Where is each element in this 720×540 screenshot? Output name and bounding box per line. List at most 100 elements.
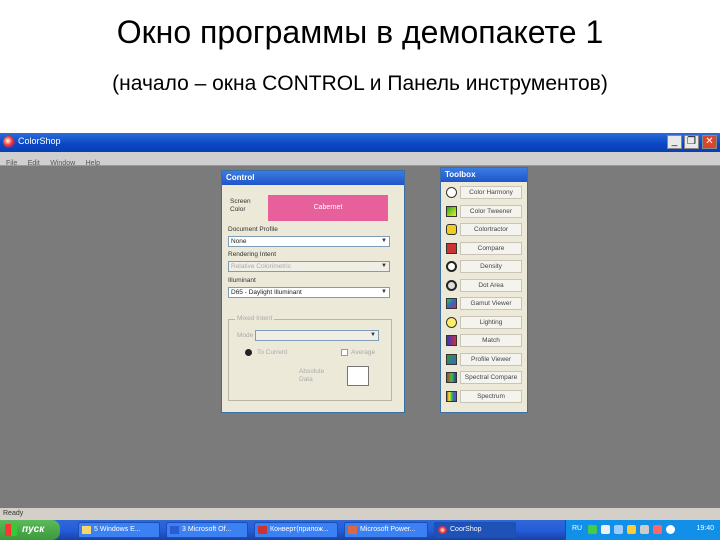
toolbox-item-label: Spectrum [460,389,522,403]
screenshot: ColorShop _ ❐ ✕ File Edit Window Help Co… [0,133,720,540]
language-indicator[interactable]: RU [572,525,582,532]
screen-color-label: Screen Color [230,198,251,213]
folder-icon [82,526,91,534]
dot-area-icon [446,279,457,291]
workspace: Control Screen Color Cabernet Document P… [0,166,720,508]
toolbox-item-label: Match [460,334,522,347]
toolbox-panel: Toolbox Color Harmony Color Tweener Colort… [440,167,528,413]
toolbox-item-label: Dot Area [460,278,522,292]
start-button[interactable]: пуск [0,520,60,540]
document-profile-value: None [231,238,247,245]
match-icon [446,335,457,346]
control-panel-title[interactable]: Control [222,171,404,185]
absolute-data-label: Absolute Data [299,368,325,383]
windows-logo-icon [5,524,17,536]
profile-viewer-icon [446,353,457,365]
app-titlebar[interactable]: ColorShop _ ❐ ✕ [0,133,720,152]
minimize-button[interactable]: _ [667,135,682,149]
status-bar: Ready [0,508,720,520]
task-label: 3 Microsoft Of... [182,526,232,533]
toolbox-item[interactable]: Match [443,332,525,349]
colorshop-app-icon [3,136,15,148]
gamut-viewer-icon [446,298,457,309]
mode-label: Mode [237,332,254,339]
toolbox-item[interactable]: Density [443,258,525,275]
taskbar-item[interactable]: 5 Windows E... [78,522,160,538]
average-label: Average [351,349,376,356]
mixed-intent-group: Mixed Intent Mode ▼ To Current Average A… [228,315,392,401]
illuminant-select[interactable]: D65 - Daylight Illuminant ▼ [228,287,390,298]
toolbox-item-label: Compare [460,241,522,255]
group-label: Mixed Intent [235,315,275,322]
rendering-intent-select[interactable]: Relative Colorimetric ▼ [228,261,390,272]
color-tweener-icon [446,205,457,217]
toolbox-title[interactable]: Toolbox [441,168,527,182]
mode-select[interactable]: ▼ [255,330,379,341]
toolbox-item[interactable]: Profile Viewer [443,351,525,368]
presentation-icon [258,526,267,534]
toolbox-item[interactable]: Gamut Viewer [443,295,525,312]
menu-bar: File Edit Window Help [0,152,720,167]
screen-color-swatch[interactable]: Cabernet [268,195,388,221]
slide-subtitle: (начало – окна CONTROL и Панель инструме… [112,72,608,95]
chevron-down-icon: ▼ [381,263,387,269]
spectrum-icon [446,390,457,402]
compare-icon [446,242,457,254]
clock: 19:40 [696,525,714,532]
illuminant-value: D65 - Daylight Illuminant [231,289,302,296]
toolbox-item[interactable]: Colortractor [443,221,525,238]
colorshop-icon [438,526,447,534]
tray-icon[interactable] [601,525,610,534]
toolbox-item[interactable]: Dot Area [443,277,525,294]
task-label: CoorShop [450,526,482,533]
tray-icon[interactable] [653,525,662,534]
average-checkbox[interactable] [341,349,348,356]
app-title: ColorShop [18,136,61,146]
toolbox-item-label: Color Harmony [460,186,522,199]
color-harmony-icon [446,187,457,198]
chevron-down-icon: ▼ [381,289,387,295]
toolbox-item-label: Colortractor [460,223,522,236]
taskbar-item[interactable]: Конверт(прилож... [254,522,338,538]
spectral-compare-icon [446,372,457,383]
chevron-down-icon: ▼ [370,332,376,338]
taskbar-item[interactable]: Microsoft Power... [344,522,428,538]
network-icon[interactable] [614,525,623,534]
toolbox-item-label: Density [460,260,522,273]
start-label: пуск [22,524,45,535]
toolbox-item[interactable]: Spectrum [443,388,525,405]
toolbox-item-label: Spectral Compare [460,371,522,384]
illuminant-label: Illuminant [228,277,256,284]
task-label: Конверт(прилож... [270,526,329,533]
word-icon [170,526,179,534]
toolbox-item[interactable]: Lighting [443,314,525,331]
toolbox-item[interactable]: Spectral Compare [443,369,525,386]
absolute-data-swatch[interactable] [347,366,369,386]
volume-icon[interactable] [640,525,649,534]
info-icon[interactable] [666,525,675,534]
tray-icon[interactable] [588,525,597,534]
tray-icon[interactable] [627,525,636,534]
toolbox-item[interactable]: Color Tweener [443,203,525,220]
toolbox-item-label: Profile Viewer [460,352,522,366]
document-profile-select[interactable]: None ▼ [228,236,390,247]
rendering-intent-label: Rendering Intent [228,251,277,258]
taskbar-item[interactable]: 3 Microsoft Of... [166,522,248,538]
toolbox-item-label: Color Tweener [460,204,522,218]
task-label: 5 Windows E... [94,526,141,533]
radio-button[interactable] [245,349,252,356]
toolbox-item-label: Gamut Viewer [460,297,522,310]
task-label: Microsoft Power... [360,526,416,533]
taskbar: пуск 5 Windows E... 3 Microsoft Of... Ко… [0,520,720,540]
maximize-button[interactable]: ❐ [684,135,699,149]
taskbar-item-active[interactable]: CoorShop [434,522,516,538]
toolbox-item[interactable]: Color Harmony [443,184,525,201]
lighting-icon [446,316,457,328]
system-tray: RU 19:40 [565,520,720,540]
chevron-down-icon: ▼ [381,238,387,244]
toolbox-item-label: Lighting [460,315,522,329]
toolbox-item[interactable]: Compare [443,240,525,257]
control-panel: Control Screen Color Cabernet Document P… [221,170,405,413]
close-button[interactable]: ✕ [702,135,717,149]
radio-label: To Current [257,349,288,356]
